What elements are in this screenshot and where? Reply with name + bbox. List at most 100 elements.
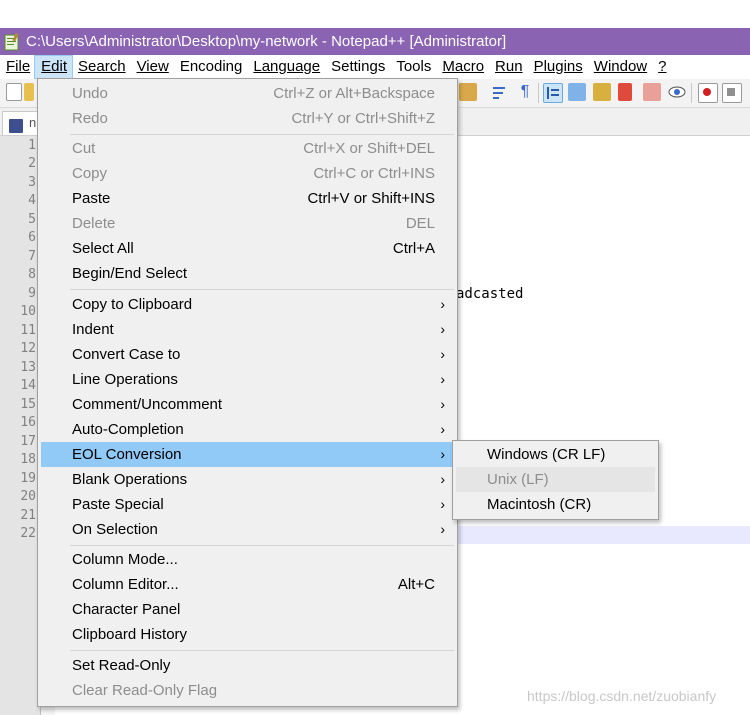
menu-item-shortcut: Ctrl+Y or Ctrl+Shift+Z [291, 110, 435, 127]
menu-item-shortcut: Ctrl+C or Ctrl+INS [313, 165, 435, 182]
menu-settings[interactable]: Settings [325, 56, 390, 78]
menu-copy[interactable]: Copy Ctrl+C or Ctrl+INS [41, 161, 454, 186]
indent-guide-icon[interactable] [543, 83, 563, 103]
save-state-icon [9, 119, 23, 133]
submenu-arrow-icon: › [440, 496, 445, 512]
line-number: 9 [28, 286, 36, 301]
menu-bar: File Edit Search View Encoding Language … [0, 55, 750, 79]
menu-indent[interactable]: Indent › [41, 317, 454, 342]
menu-item-label: Macintosh (CR) [487, 496, 592, 513]
menu-blank-operations[interactable]: Blank Operations › [41, 467, 454, 492]
submenu-arrow-icon: › [440, 396, 445, 412]
menu-delete[interactable]: Delete DEL [41, 211, 454, 236]
menu-item-label: Auto-Completion [72, 421, 184, 438]
menu-item-label: Indent [72, 321, 114, 338]
project-panel-icon[interactable] [643, 83, 661, 101]
menu-eol-conversion[interactable]: EOL Conversion › [41, 442, 454, 467]
line-number: 8 [28, 267, 36, 282]
menu-item-label: Redo [72, 110, 108, 127]
menu-paste-special[interactable]: Paste Special › [41, 492, 454, 517]
menu-eol-unix[interactable]: Unix (LF) [456, 467, 655, 492]
monitoring-eye-icon[interactable] [668, 83, 686, 101]
menu-begin-end-select[interactable]: Begin/End Select [41, 261, 454, 286]
menu-eol-macintosh[interactable]: Macintosh (CR) [456, 492, 655, 517]
menu-item-label: Column Mode... [72, 551, 178, 568]
menu-separator [70, 650, 454, 651]
menu-item-label: Clear Read-Only Flag [72, 682, 218, 699]
menu-character-panel[interactable]: Character Panel [41, 597, 454, 622]
menu-eol-windows[interactable]: Windows (CR LF) [456, 442, 655, 467]
menu-tools[interactable]: Tools [390, 56, 436, 78]
line-number: 12 [20, 341, 36, 356]
menu-item-shortcut: Ctrl+Z or Alt+Backspace [273, 85, 435, 102]
menu-clipboard-history[interactable]: Clipboard History [41, 622, 454, 647]
menu-item-label: Line Operations [72, 371, 178, 388]
stop-macro-icon[interactable] [722, 83, 742, 103]
line-number: 22 [20, 526, 36, 541]
submenu-arrow-icon: › [440, 296, 445, 312]
menu-cut[interactable]: Cut Ctrl+X or Shift+DEL [41, 136, 454, 161]
menu-item-label: On Selection [72, 521, 158, 538]
menu-on-selection[interactable]: On Selection › [41, 517, 454, 542]
line-number: 20 [20, 489, 36, 504]
menu-encoding[interactable]: Encoding [174, 56, 248, 78]
word-wrap-icon[interactable] [491, 83, 509, 101]
menu-redo[interactable]: Redo Ctrl+Y or Ctrl+Shift+Z [41, 106, 454, 131]
line-number: 16 [20, 415, 36, 430]
menu-file[interactable]: File [0, 56, 35, 78]
menu-convert-case[interactable]: Convert Case to › [41, 342, 454, 367]
menu-item-shortcut: Ctrl+A [392, 240, 435, 257]
menu-clear-read-only-flag[interactable]: Clear Read-Only Flag [41, 678, 454, 703]
folder-as-workspace-icon[interactable] [618, 83, 632, 101]
menu-item-label: Clipboard History [72, 626, 188, 643]
editor-text-line: adcasted [456, 286, 524, 302]
line-number-gutter: 1 2 3 4 5 6 7 8 9 10 11 12 13 14 15 16 1… [0, 136, 41, 715]
menu-window[interactable]: Window [588, 56, 652, 78]
menu-column-mode[interactable]: Column Mode... [41, 547, 454, 572]
menu-paste[interactable]: Paste Ctrl+V or Shift+INS [41, 186, 454, 211]
menu-run[interactable]: Run [489, 56, 528, 78]
menu-select-all[interactable]: Select All Ctrl+A [41, 236, 454, 261]
menu-comment-uncomment[interactable]: Comment/Uncomment › [41, 392, 454, 417]
submenu-arrow-icon: › [440, 321, 445, 337]
menu-column-editor[interactable]: Column Editor... Alt+C [41, 572, 454, 597]
menu-item-shortcut: Alt+C [397, 576, 435, 593]
find-in-files-icon[interactable] [459, 83, 477, 101]
menu-copy-to-clipboard[interactable]: Copy to Clipboard › [41, 292, 454, 317]
line-number: 19 [20, 471, 36, 486]
submenu-arrow-icon: › [440, 521, 445, 537]
menu-item-label: Set Read-Only [72, 657, 171, 674]
menu-item-label: Blank Operations [72, 471, 188, 488]
line-number: 21 [20, 508, 36, 523]
menu-view[interactable]: View [131, 56, 174, 78]
title-bar: C:\Users\Administrator\Desktop\my-networ… [0, 28, 750, 55]
menu-language[interactable]: Language [247, 56, 325, 78]
open-file-icon[interactable] [24, 83, 34, 101]
toolbar-separator [691, 83, 692, 103]
menu-plugins[interactable]: Plugins [528, 56, 588, 78]
toolbar-separator [538, 83, 539, 103]
menu-search[interactable]: Search [72, 56, 131, 78]
menu-help[interactable]: ? [652, 56, 671, 78]
menu-edit[interactable]: Edit [34, 55, 74, 79]
new-file-icon[interactable] [6, 83, 22, 101]
menu-item-label: Undo [72, 85, 108, 102]
document-map-icon[interactable] [568, 83, 586, 101]
menu-set-read-only[interactable]: Set Read-Only [41, 653, 454, 678]
tab-label: n [29, 115, 37, 130]
record-macro-icon[interactable] [698, 83, 718, 103]
menu-item-label: Delete [72, 215, 116, 232]
menu-item-shortcut: Ctrl+V or Shift+INS [307, 190, 435, 207]
show-all-chars-icon[interactable]: ¶ [516, 83, 534, 101]
line-number: 14 [20, 378, 36, 393]
menu-auto-completion[interactable]: Auto-Completion › [41, 417, 454, 442]
menu-macro[interactable]: Macro [436, 56, 489, 78]
function-list-icon[interactable] [593, 83, 611, 101]
line-number: 10 [20, 304, 36, 319]
line-number: 15 [20, 397, 36, 412]
line-number: 13 [20, 360, 36, 375]
menu-item-label: Character Panel [72, 601, 181, 618]
menu-undo[interactable]: Undo Ctrl+Z or Alt+Backspace [41, 81, 454, 106]
menu-item-label: Paste Special [72, 496, 164, 513]
menu-line-operations[interactable]: Line Operations › [41, 367, 454, 392]
